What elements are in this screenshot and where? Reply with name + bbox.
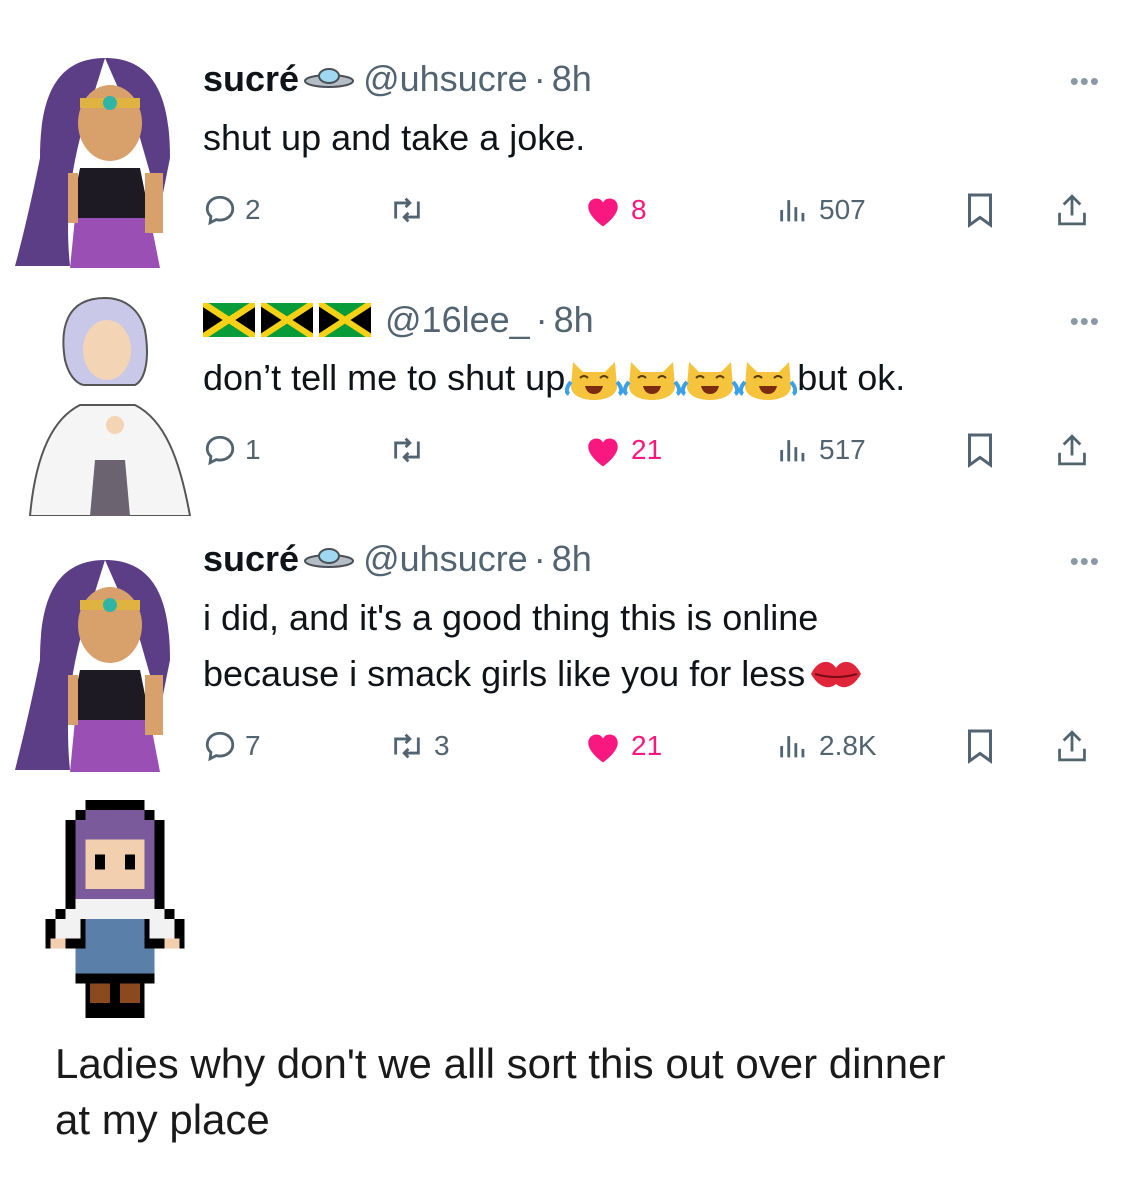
caption-line-2: at my place (55, 1096, 270, 1143)
like-count: 21 (631, 434, 663, 465)
reply-icon (205, 731, 235, 762)
views-count: 517 (819, 434, 866, 465)
views-icon (780, 200, 805, 222)
caption-line-1: Ladies why don't we alll sort this out o… (55, 1040, 946, 1087)
tweet-actions: 7 3 21 2.8K (203, 726, 1103, 766)
views-button[interactable]: 517 (775, 430, 866, 470)
tweet-actions: 1 21 517 (203, 430, 1103, 470)
reply-count: 2 (245, 194, 261, 225)
crying-laughing-cat-icon (623, 362, 682, 400)
like-button[interactable]: 8 (583, 190, 647, 230)
heart-icon (588, 734, 618, 763)
reply-button[interactable]: 2 (203, 190, 261, 230)
jamaica-flag-icon (203, 303, 255, 337)
tweet-header: @16lee_ · 8h (203, 299, 594, 341)
like-count: 21 (631, 730, 663, 761)
bookmark-button[interactable] (965, 726, 995, 766)
separator-dot: · (533, 58, 546, 99)
bookmark-button[interactable] (965, 190, 995, 230)
separator-dot: · (535, 299, 548, 340)
avatar-anime-purple-hair[interactable] (10, 550, 200, 772)
timestamp[interactable]: 8h (552, 538, 592, 580)
handle[interactable]: @uhsucre (363, 538, 528, 580)
tweet-text-line-2-content: because i smack girls like you for less (203, 653, 806, 694)
views-button[interactable]: 2.8K (775, 726, 877, 766)
tweet-text: shut up and take a joke. (203, 117, 586, 158)
reply-count: 7 (245, 730, 261, 761)
display-name[interactable]: sucré (203, 538, 299, 580)
display-name[interactable]: sucré (203, 58, 299, 100)
avatar-anime-purple-hair[interactable] (10, 48, 200, 268)
tweet-text: don’t tell me to shut up but ok. (203, 350, 905, 406)
pixel-art-character (45, 800, 185, 1018)
jamaica-flag-icon (261, 303, 313, 337)
more-options-icon[interactable]: ••• (1070, 306, 1100, 337)
retweet-icon (394, 733, 420, 759)
like-count: 8 (631, 194, 647, 225)
retweet-icon (394, 197, 420, 223)
crying-laughing-cat-icon (681, 362, 740, 400)
tweet-text-prefix: don’t tell me to shut up (203, 357, 566, 398)
share-icon (1058, 194, 1086, 226)
avatar-anime-silver-hair[interactable] (10, 290, 200, 516)
views-icon (780, 440, 805, 462)
like-button[interactable]: 21 (583, 430, 662, 470)
share-button[interactable] (1055, 430, 1089, 470)
tweet-header: sucré @uhsucre · 8h (203, 58, 592, 100)
views-button[interactable]: 507 (775, 190, 866, 230)
retweet-button[interactable]: 3 (388, 726, 450, 766)
bookmark-icon (968, 729, 992, 764)
like-button[interactable]: 21 (583, 726, 662, 766)
more-options-icon[interactable]: ••• (1070, 546, 1100, 577)
views-count: 2.8K (819, 730, 877, 761)
tweet-actions: 2 8 507 (203, 190, 1103, 230)
display-name[interactable] (203, 303, 371, 337)
separator-dot: · (533, 538, 546, 579)
reply-icon (205, 195, 235, 226)
bookmark-button[interactable] (965, 430, 995, 470)
heart-icon (588, 198, 618, 227)
ufo-icon (303, 58, 355, 100)
retweet-button[interactable] (388, 190, 434, 230)
views-icon (780, 736, 805, 758)
reply-button[interactable]: 7 (203, 726, 261, 766)
meme-caption: Ladies why don't we alll sort this out o… (55, 1036, 1115, 1148)
tweet-text-line-1: i did, and it's a good thing this is onl… (203, 597, 819, 638)
reply-button[interactable]: 1 (203, 430, 261, 470)
tweet-text-line-2: because i smack girls like you for less (203, 646, 863, 702)
bookmark-icon (968, 433, 992, 468)
heart-icon (588, 438, 618, 467)
views-count: 507 (819, 194, 866, 225)
reply-icon (205, 435, 235, 466)
crying-laughing-cat-icon (739, 362, 798, 400)
timestamp[interactable]: 8h (554, 299, 594, 341)
share-icon (1058, 434, 1086, 466)
tweet-header: sucré @uhsucre · 8h (203, 538, 592, 580)
share-button[interactable] (1055, 726, 1089, 766)
reply-count: 1 (245, 434, 261, 465)
handle[interactable]: @uhsucre (363, 58, 528, 100)
crying-laughing-cat-icon (565, 362, 624, 400)
tweet-text-suffix: but ok. (797, 357, 906, 398)
timestamp[interactable]: 8h (552, 58, 592, 100)
share-icon (1058, 730, 1086, 762)
retweet-count: 3 (434, 730, 450, 761)
handle[interactable]: @16lee_ (385, 299, 530, 341)
share-button[interactable] (1055, 190, 1089, 230)
more-options-icon[interactable]: ••• (1070, 66, 1100, 97)
retweet-button[interactable] (388, 430, 434, 470)
retweet-icon (394, 437, 420, 463)
ufo-icon (303, 538, 355, 580)
bookmark-icon (968, 193, 992, 228)
jamaica-flag-icon (319, 303, 371, 337)
kiss-mark-icon (811, 661, 862, 688)
